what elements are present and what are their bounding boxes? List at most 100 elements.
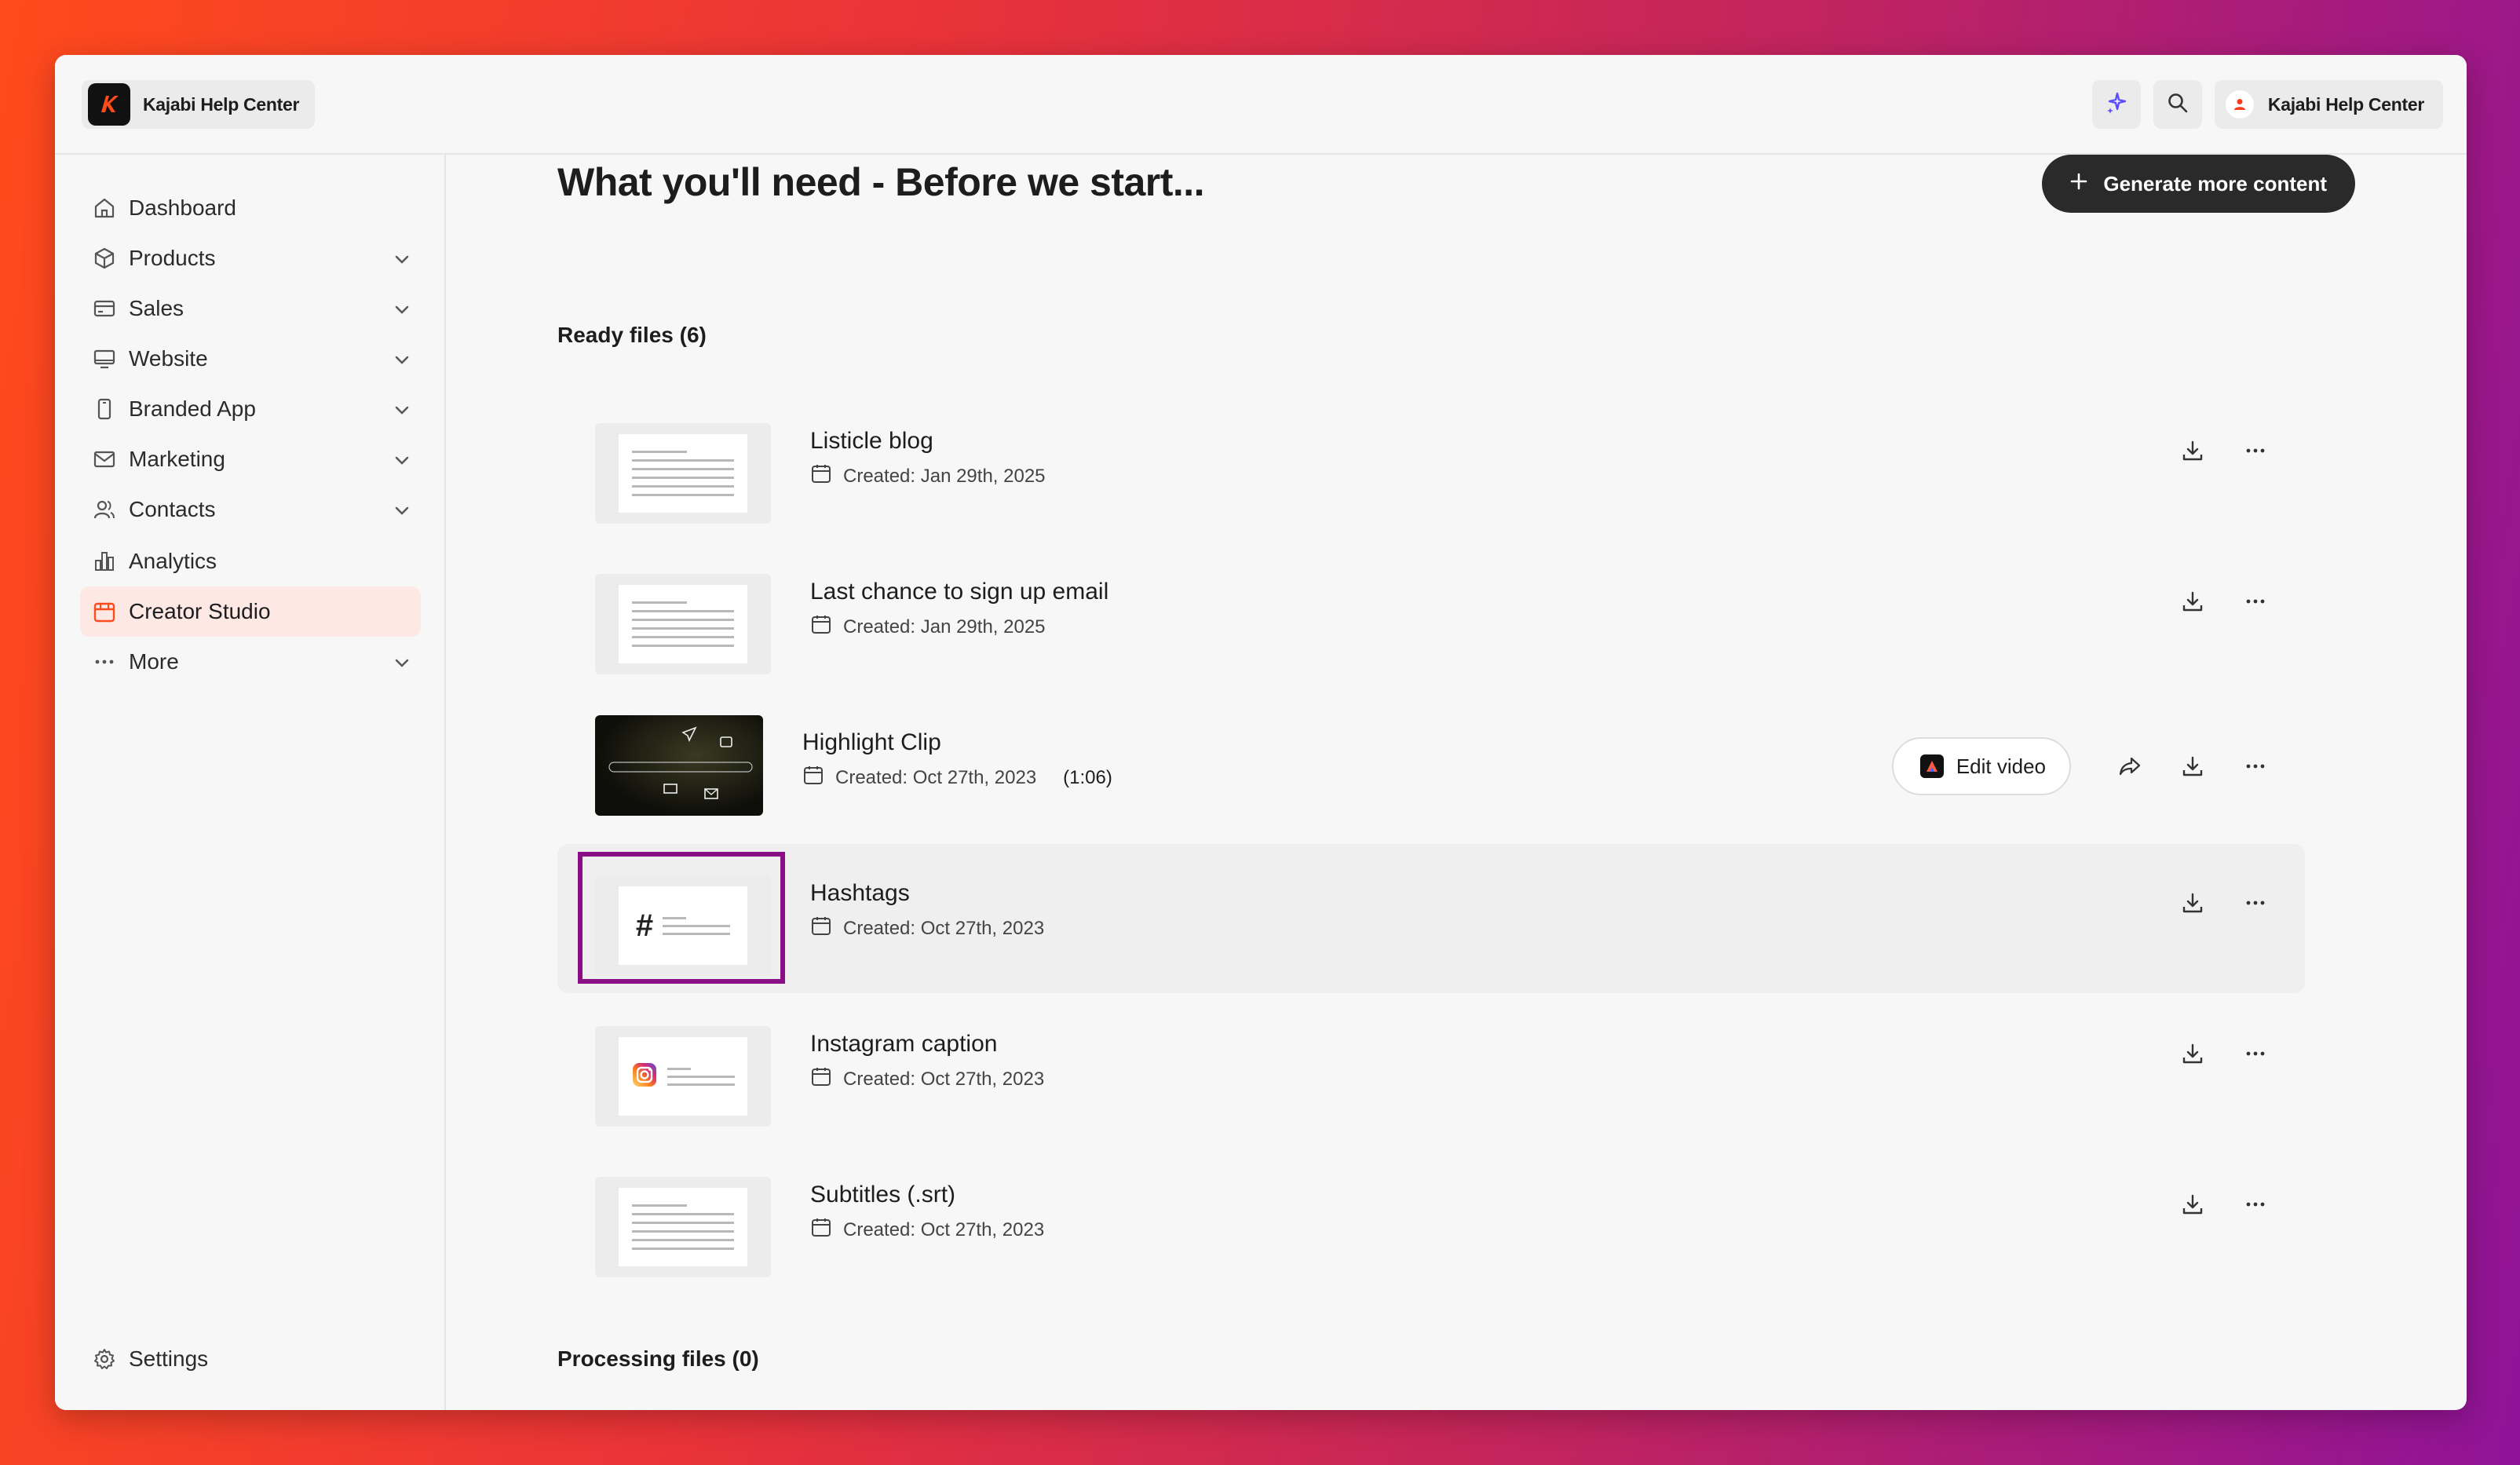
instagram-thumbnail	[595, 1026, 771, 1127]
sidebar-item-label: Sales	[129, 296, 184, 320]
sidebar-item-label: Contacts	[129, 497, 216, 521]
account-name: Kajabi Help Center	[2267, 93, 2424, 115]
sidebar-item-products[interactable]: Products	[80, 233, 421, 283]
sidebar-item-label: Marketing	[129, 447, 225, 471]
generate-more-content-button[interactable]: Generate more content	[2042, 155, 2355, 213]
phone-icon	[91, 396, 118, 422]
kajabi-logo-icon	[88, 83, 130, 126]
sidebar-item-label: Creator Studio	[129, 599, 271, 623]
file-meta: Created: Oct 27th, 2023	[810, 915, 1044, 942]
document-thumbnail	[595, 423, 771, 524]
home-icon	[91, 195, 118, 221]
download-icon[interactable]	[2179, 1040, 2206, 1067]
top-bar: Kajabi Help Center Kajabi Help Center	[55, 55, 2467, 155]
sidebar-item-contacts[interactable]: Contacts	[80, 484, 421, 535]
user-icon	[2225, 90, 2254, 119]
processing-files-heading: Processing files (0)	[557, 1346, 759, 1371]
file-title[interactable]: Hashtags	[810, 880, 910, 907]
cube-icon	[91, 245, 118, 272]
credit-card-icon	[91, 295, 118, 322]
file-title[interactable]: Highlight Clip	[802, 729, 941, 756]
generate-button-label: Generate more content	[2103, 171, 2327, 195]
file-row-highlight-clip[interactable]: Highlight Clip Created: Oct 27th, 2023 (…	[557, 693, 2305, 842]
sidebar-item-branded-app[interactable]: Branded App	[80, 384, 421, 434]
more-options-icon[interactable]	[2242, 753, 2269, 780]
more-options-icon[interactable]	[2242, 1191, 2269, 1218]
share-icon[interactable]	[2116, 753, 2143, 780]
more-options-icon[interactable]	[2242, 588, 2269, 615]
dots-icon	[91, 648, 118, 675]
video-thumbnail[interactable]	[595, 715, 763, 816]
main-content: What you'll need - Before we start... Ge…	[446, 155, 2467, 1410]
created-date: Created: Jan 29th, 2025	[843, 616, 1046, 638]
sidebar-item-label: Website	[129, 346, 208, 371]
hashtag-icon: #	[635, 908, 654, 943]
sidebar-item-website[interactable]: Website	[80, 334, 421, 384]
search-button[interactable]	[2153, 80, 2202, 129]
sidebar: Dashboard Products Sales Website Branded…	[55, 155, 446, 1410]
more-options-icon[interactable]	[2242, 890, 2269, 916]
chevron-down-icon	[393, 652, 411, 678]
sidebar-item-dashboard[interactable]: Dashboard	[80, 183, 421, 233]
file-row-last-chance-email[interactable]: Last chance to sign up email Created: Ja…	[557, 543, 2305, 692]
file-title[interactable]: Subtitles (.srt)	[810, 1182, 955, 1208]
chevron-down-icon	[393, 249, 411, 274]
download-icon[interactable]	[2179, 588, 2206, 615]
sidebar-item-label: Analytics	[129, 549, 217, 573]
users-icon	[91, 496, 118, 523]
file-title[interactable]: Instagram caption	[810, 1031, 997, 1058]
search-icon	[2166, 91, 2189, 119]
sidebar-item-sales[interactable]: Sales	[80, 283, 421, 334]
download-icon[interactable]	[2179, 1191, 2206, 1218]
ai-assistant-button[interactable]	[2091, 80, 2141, 129]
chevron-down-icon	[393, 450, 411, 475]
file-meta: Created: Jan 29th, 2025	[810, 462, 1046, 490]
calendar-icon	[810, 613, 832, 641]
download-icon[interactable]	[2179, 890, 2206, 916]
sidebar-item-more[interactable]: More	[80, 637, 421, 687]
download-icon[interactable]	[2179, 437, 2206, 464]
account-menu-button[interactable]: Kajabi Help Center	[2214, 80, 2443, 129]
sidebar-item-settings[interactable]: Settings	[80, 1334, 421, 1384]
file-row-hashtags[interactable]: # Hashtags Created: Oct 27th, 2023	[557, 844, 2305, 993]
mail-icon	[91, 446, 118, 473]
sidebar-item-label: Products	[129, 246, 216, 270]
video-duration: (1:06)	[1063, 766, 1112, 788]
document-thumbnail	[595, 1177, 771, 1277]
file-row-instagram-caption[interactable]: Instagram caption Created: Oct 27th, 202…	[557, 995, 2305, 1144]
file-meta: Created: Oct 27th, 2023 (1:06)	[802, 764, 1112, 791]
file-row-subtitles[interactable]: Subtitles (.srt) Created: Oct 27th, 2023	[557, 1145, 2305, 1295]
file-row-listicle-blog[interactable]: Listicle blog Created: Jan 29th, 2025	[557, 392, 2305, 541]
sidebar-item-marketing[interactable]: Marketing	[80, 434, 421, 484]
calendar-icon	[810, 915, 832, 942]
chevron-down-icon	[393, 299, 411, 324]
site-name: Kajabi Help Center	[143, 93, 300, 115]
created-date: Created: Oct 27th, 2023	[843, 917, 1045, 939]
created-date: Created: Oct 27th, 2023	[835, 766, 1037, 788]
calendar-icon	[810, 462, 832, 490]
chevron-down-icon	[393, 500, 411, 525]
app-window: Kajabi Help Center Kajabi Help Center Da…	[55, 55, 2467, 1410]
page-title: What you'll need - Before we start...	[557, 160, 1205, 204]
file-title[interactable]: Listicle blog	[810, 428, 933, 455]
file-meta: Created: Oct 27th, 2023	[810, 1216, 1044, 1244]
instagram-icon	[631, 1061, 658, 1092]
sidebar-item-label: Dashboard	[129, 195, 236, 220]
sidebar-item-creator-studio[interactable]: Creator Studio	[80, 586, 421, 637]
calendar-icon	[91, 598, 118, 625]
more-options-icon[interactable]	[2242, 437, 2269, 464]
sparkle-icon	[2104, 90, 2129, 119]
file-title[interactable]: Last chance to sign up email	[810, 579, 1108, 605]
sidebar-item-analytics[interactable]: Analytics	[80, 536, 421, 586]
edit-video-button[interactable]: Edit video	[1891, 737, 2071, 795]
more-options-icon[interactable]	[2242, 1040, 2269, 1067]
site-switcher[interactable]: Kajabi Help Center	[82, 80, 316, 129]
calendar-icon	[810, 1065, 832, 1093]
chevron-down-icon	[393, 400, 411, 425]
file-meta: Created: Oct 27th, 2023	[810, 1065, 1044, 1093]
created-date: Created: Jan 29th, 2025	[843, 465, 1046, 487]
download-icon[interactable]	[2179, 753, 2206, 780]
chevron-down-icon	[393, 349, 411, 374]
plus-icon	[2069, 171, 2089, 197]
file-meta: Created: Jan 29th, 2025	[810, 613, 1046, 641]
